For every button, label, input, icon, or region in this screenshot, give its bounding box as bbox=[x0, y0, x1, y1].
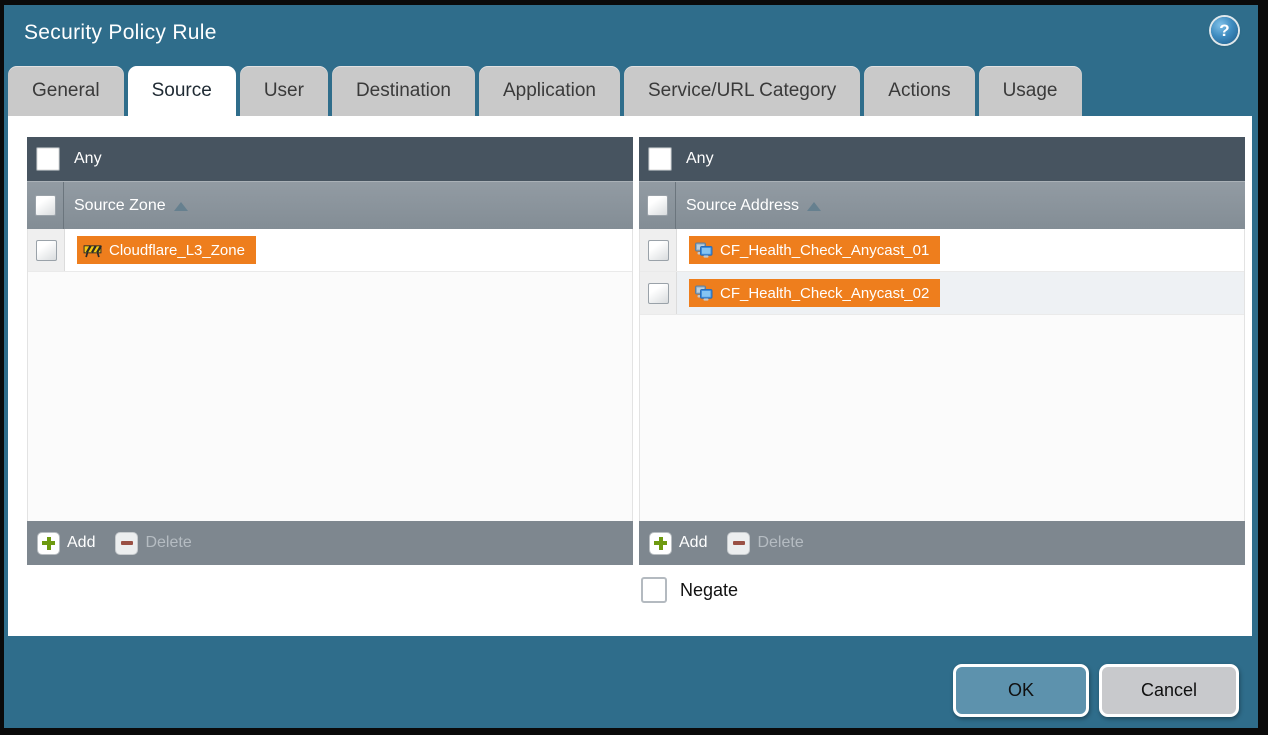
delete-zone-button[interactable]: Delete bbox=[115, 532, 191, 555]
zone-icon bbox=[83, 243, 102, 258]
table-row[interactable]: Cloudflare_L3_Zone bbox=[28, 229, 632, 272]
source-zone-value: Cloudflare_L3_Zone bbox=[109, 242, 245, 259]
source-zone-column-title: Source Zone bbox=[74, 197, 166, 215]
delete-label: Delete bbox=[145, 534, 191, 552]
source-zone-panel: Any Source Zone bbox=[27, 137, 633, 565]
source-address-any-checkbox[interactable] bbox=[648, 147, 672, 171]
tab-application[interactable]: Application bbox=[479, 66, 620, 116]
add-address-button[interactable]: Add bbox=[649, 532, 707, 555]
select-all-cell bbox=[639, 182, 676, 229]
add-label: Add bbox=[67, 534, 95, 552]
add-icon bbox=[649, 532, 672, 555]
source-address-any-label: Any bbox=[686, 150, 714, 168]
help-icon[interactable]: ? bbox=[1211, 17, 1238, 44]
source-address-rows: CF_Health_Check_Anycast_01 bbox=[639, 229, 1245, 521]
title-bar: Security Policy Rule ? bbox=[4, 5, 1258, 61]
tab-usage[interactable]: Usage bbox=[979, 66, 1082, 116]
negate-row: Negate bbox=[641, 577, 738, 603]
address-icon bbox=[695, 242, 713, 258]
source-address-value: CF_Health_Check_Anycast_01 bbox=[720, 242, 929, 259]
sort-ascending-icon[interactable] bbox=[807, 202, 821, 211]
source-zone-select-all-checkbox[interactable] bbox=[35, 195, 56, 216]
delete-icon bbox=[727, 532, 750, 555]
source-zone-chip[interactable]: Cloudflare_L3_Zone bbox=[77, 236, 256, 264]
row-checkbox-cell bbox=[640, 229, 677, 271]
row-checkbox-cell bbox=[28, 229, 65, 271]
tab-strip: General Source User Destination Applicat… bbox=[8, 66, 1082, 116]
source-address-select-all-checkbox[interactable] bbox=[647, 195, 668, 216]
cancel-button[interactable]: Cancel bbox=[1099, 664, 1239, 717]
source-address-chip[interactable]: CF_Health_Check_Anycast_01 bbox=[689, 236, 940, 264]
dialog-frame: Security Policy Rule ? General Source Us… bbox=[4, 5, 1258, 728]
tab-service-url-category[interactable]: Service/URL Category bbox=[624, 66, 860, 116]
source-address-any-header: Any bbox=[639, 137, 1245, 181]
address-icon bbox=[695, 285, 713, 301]
source-zone-any-header: Any bbox=[27, 137, 633, 181]
dialog-footer: OK Cancel bbox=[953, 664, 1239, 717]
ok-button[interactable]: OK bbox=[953, 664, 1089, 717]
table-row[interactable]: CF_Health_Check_Anycast_02 bbox=[640, 272, 1244, 315]
source-zone-toolbar: Add Delete bbox=[27, 521, 633, 565]
negate-label: Negate bbox=[680, 580, 738, 601]
add-zone-button[interactable]: Add bbox=[37, 532, 95, 555]
tab-destination[interactable]: Destination bbox=[332, 66, 475, 116]
select-all-cell bbox=[27, 182, 64, 229]
row-checkbox-cell bbox=[640, 272, 677, 314]
negate-checkbox[interactable] bbox=[641, 577, 667, 603]
tab-actions[interactable]: Actions bbox=[864, 66, 974, 116]
tab-user[interactable]: User bbox=[240, 66, 328, 116]
source-address-toolbar: Add Delete bbox=[639, 521, 1245, 565]
delete-icon bbox=[115, 532, 138, 555]
row-checkbox[interactable] bbox=[648, 240, 669, 261]
sort-ascending-icon[interactable] bbox=[174, 202, 188, 211]
source-zone-rows: Cloudflare_L3_Zone bbox=[27, 229, 633, 521]
tab-source[interactable]: Source bbox=[128, 66, 236, 116]
source-address-value: CF_Health_Check_Anycast_02 bbox=[720, 285, 929, 302]
row-checkbox[interactable] bbox=[648, 283, 669, 304]
row-checkbox[interactable] bbox=[36, 240, 57, 261]
add-label: Add bbox=[679, 534, 707, 552]
table-row[interactable]: CF_Health_Check_Anycast_01 bbox=[640, 229, 1244, 272]
delete-address-button[interactable]: Delete bbox=[727, 532, 803, 555]
dialog-title: Security Policy Rule bbox=[24, 21, 217, 45]
source-zone-any-checkbox[interactable] bbox=[36, 147, 60, 171]
delete-label: Delete bbox=[757, 534, 803, 552]
tab-content-source: Any Source Zone bbox=[8, 116, 1252, 636]
source-address-column-header[interactable]: Source Address bbox=[639, 181, 1245, 229]
source-address-chip[interactable]: CF_Health_Check_Anycast_02 bbox=[689, 279, 940, 307]
source-zone-any-label: Any bbox=[74, 150, 102, 168]
security-policy-rule-dialog: { "window": { "title": "Security Policy … bbox=[0, 0, 1268, 735]
source-zone-column-header[interactable]: Source Zone bbox=[27, 181, 633, 229]
add-icon bbox=[37, 532, 60, 555]
tab-general[interactable]: General bbox=[8, 66, 124, 116]
source-address-column-title: Source Address bbox=[686, 197, 799, 215]
source-address-panel: Any Source Address bbox=[639, 137, 1245, 565]
